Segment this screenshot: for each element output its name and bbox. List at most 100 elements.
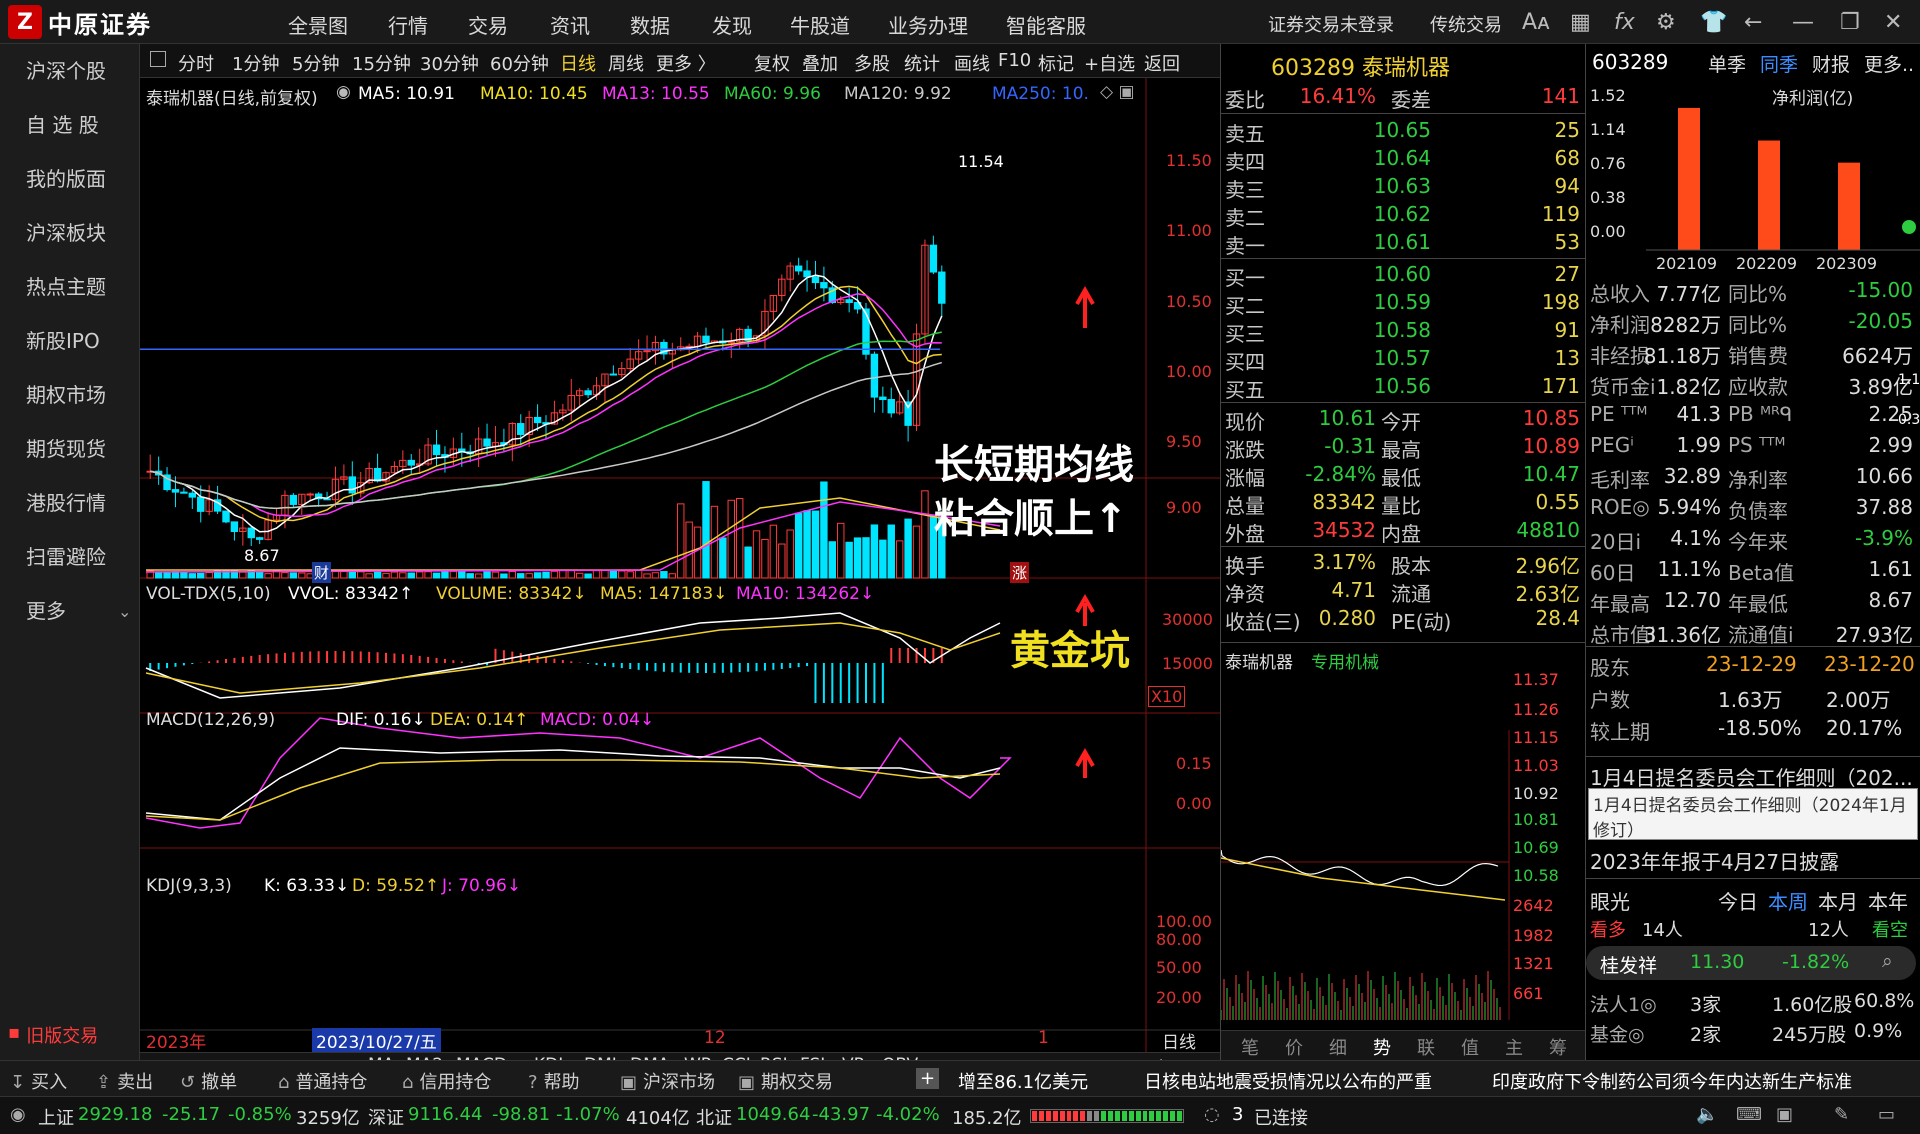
chevron-down-icon[interactable]: ⌄ (118, 602, 131, 621)
sidebar-item[interactable]: 自 选 股 (0, 98, 140, 152)
mini-tab-stock[interactable]: 泰瑞机器 (1225, 648, 1293, 673)
stock-search-box[interactable]: 桂发祥 11.30 -1.82% ⌕ (1586, 946, 1916, 980)
sidebar-item[interactable]: 期货现货 (0, 422, 140, 476)
signal-icon[interactable]: ◌ (1204, 1104, 1220, 1125)
chart-toolbar-button[interactable]: 1分钟 (232, 50, 279, 76)
chart-toolbar-button[interactable]: 60分钟 (490, 50, 549, 76)
settings-gear-icon[interactable]: ⚙ (1656, 10, 1676, 35)
skin-shirt-icon[interactable]: 👕 (1700, 10, 1727, 35)
inst-cell: 3家 (1690, 994, 1722, 1016)
chart-toolbar-button[interactable]: 画线 (954, 50, 990, 76)
speaker-icon[interactable]: 🔈 (1696, 1104, 1718, 1125)
chart-settings-icon[interactable]: ◇ ▣ (1100, 82, 1135, 102)
chart-toolbar-button[interactable]: 15分钟 (352, 50, 411, 76)
quote-bottom-tab[interactable]: 笔 (1241, 1034, 1259, 1060)
top-menu-item[interactable]: 牛股道 (790, 10, 850, 39)
sidebar-item[interactable]: 扫雷避险 (0, 530, 140, 584)
search-icon[interactable]: ⌕ (1882, 950, 1893, 972)
bottom-toolbar-button[interactable]: ⌂ 普通持仓 (278, 1068, 367, 1094)
sidebar-item[interactable]: 期权市场 (0, 368, 140, 422)
chart-toolbar-button[interactable]: 标记 (1038, 50, 1074, 76)
bottom-toolbar-button[interactable]: ⇪ 卖出 (96, 1068, 153, 1094)
chart-toolbar-button[interactable]: 多股 (854, 50, 890, 76)
news-item-2[interactable]: 2023年年报于4月27日披露 (1590, 846, 1839, 875)
news-ticker[interactable]: 印度政府下令制药公司须今年内达新生产标准 (1492, 1068, 1852, 1094)
fin-tab[interactable]: 更多.. (1864, 50, 1914, 77)
quote-bottom-tab[interactable]: 势 (1373, 1034, 1391, 1060)
trade-mode-button[interactable]: 传统交易 (1430, 11, 1502, 37)
stock-chart-svg[interactable] (140, 78, 1220, 1060)
top-menu-item[interactable]: 资讯 (550, 10, 590, 39)
chart-toolbar-button[interactable]: 复权 (754, 50, 790, 76)
sidebar-item[interactable]: 沪深个股 (0, 44, 140, 98)
sidebar-item[interactable]: 新股IPO (0, 314, 140, 368)
top-menu-item[interactable]: 数据 (630, 10, 670, 39)
chart-toolbar-button[interactable]: F10 (998, 50, 1031, 71)
sidebar-item[interactable]: 沪深板块 (0, 206, 140, 260)
news-ticker[interactable]: 增至86.1亿美元 (958, 1068, 1088, 1094)
back-arrow-icon[interactable]: ← (1744, 10, 1762, 35)
chart-toolbar-button[interactable]: 更多 〉 (656, 50, 716, 76)
top-menu-item[interactable]: 行情 (388, 10, 428, 39)
bottom-toolbar-button[interactable]: ▣ 沪深市场 (620, 1068, 715, 1094)
chart-toolbar-button[interactable]: 分时 (178, 50, 214, 76)
top-menu-item[interactable]: 发现 (712, 10, 752, 39)
top-menu-item[interactable]: 智能客服 (1006, 10, 1086, 39)
restore-icon[interactable]: ❐ (1840, 10, 1860, 35)
bottom-toolbar-button[interactable]: ⌂ 信用持仓 (402, 1068, 491, 1094)
layout-grid-icon[interactable]: ▦ (1570, 10, 1591, 35)
mini-tab-industry[interactable]: 专用机械 (1311, 648, 1379, 673)
quote-bottom-tab[interactable]: 值 (1461, 1034, 1479, 1060)
chart-toolbar-button[interactable]: 周线 (608, 50, 644, 76)
sidebar-item[interactable]: 港股行情 (0, 476, 140, 530)
bottom-toolbar-button[interactable]: ↧ 买入 (10, 1068, 67, 1094)
chart-toolbar-button[interactable]: +自选 (1084, 50, 1135, 76)
quote-bottom-tab[interactable]: 细 (1329, 1034, 1347, 1060)
status-circle-icon[interactable]: ◉ (10, 1104, 26, 1125)
fin-tab[interactable]: 单季 (1708, 50, 1746, 77)
eye-tab[interactable]: 本月 (1818, 886, 1858, 915)
chart-toolbar-button[interactable]: 返回 (1144, 50, 1180, 76)
old-version-trade[interactable]: ▪ 旧版交易 (8, 1022, 98, 1048)
top-menu-item[interactable]: 业务办理 (888, 10, 968, 39)
eye-tab[interactable]: 本周 (1768, 886, 1808, 915)
keyboard-icon[interactable]: ⌨ (1736, 1104, 1762, 1125)
bottom-toolbar-button[interactable]: ↺ 撤单 (180, 1068, 237, 1094)
close-icon[interactable]: ✕ (1884, 10, 1902, 35)
font-size-icon[interactable]: Aᴀ (1522, 10, 1550, 35)
sidebar-item[interactable]: 我的版面 (0, 152, 140, 206)
formula-icon[interactable]: fx (1614, 10, 1635, 35)
chart-toolbar-button[interactable]: 30分钟 (420, 50, 479, 76)
desktop-icon[interactable]: ▭ (1878, 1104, 1895, 1125)
panel-toggle-icon[interactable] (150, 51, 166, 67)
holder-row-value: -18.50% (1718, 716, 1802, 740)
eye-tab[interactable]: 本年 (1868, 886, 1908, 915)
chart-toolbar-button[interactable]: 日线 (560, 50, 596, 76)
bottom-toolbar-button[interactable]: ▣ 期权交易 (738, 1068, 833, 1094)
sz-pct: -1.07% (556, 1104, 620, 1125)
intraday-mini-chart[interactable] (1221, 730, 1586, 1020)
pin-icon[interactable]: ✎ (1834, 1104, 1849, 1125)
chart-toolbar-button[interactable]: 统计 (904, 50, 940, 76)
fin-tab[interactable]: 同季 (1760, 50, 1798, 77)
top-menu-item[interactable]: 交易 (468, 10, 508, 39)
bottom-toolbar-button[interactable]: ? 帮助 (528, 1068, 580, 1094)
login-status[interactable]: 证券交易未登录 (1268, 11, 1394, 37)
chart-panel[interactable]: 分时 1分钟 5分钟 15分钟 30分钟 60分钟 日线 周线 更多 〉 复权 叠加 多股 统计 画线 F1… (140, 44, 1222, 1107)
quote-bottom-tab[interactable]: 联 (1417, 1034, 1435, 1060)
news-ticker[interactable]: 日核电站地震受损情况以公布的严重 (1144, 1068, 1432, 1094)
news-item-1[interactable]: 1月4日提名委员会工作细则（202... (1590, 762, 1913, 791)
kline-settings-icon[interactable]: ◉ (336, 82, 351, 102)
add-icon[interactable]: + (916, 1068, 940, 1089)
quote-bottom-tab[interactable]: 主 (1505, 1034, 1523, 1060)
minimize-icon[interactable]: — (1792, 10, 1814, 35)
chart-toolbar-button[interactable]: 5分钟 (292, 50, 339, 76)
fin-tab[interactable]: 财报 (1812, 50, 1850, 77)
top-menu-item[interactable]: 全景图 (288, 10, 348, 39)
chart-toolbar-button[interactable]: 叠加 (802, 50, 838, 76)
quote-bottom-tab[interactable]: 筹 (1549, 1034, 1567, 1060)
quote-bottom-tab[interactable]: 价 (1285, 1034, 1303, 1060)
sidebar-item[interactable]: 热点主题 (0, 260, 140, 314)
message-icon[interactable]: ▣ (1776, 1104, 1793, 1125)
eye-tab[interactable]: 今日 (1718, 886, 1758, 915)
